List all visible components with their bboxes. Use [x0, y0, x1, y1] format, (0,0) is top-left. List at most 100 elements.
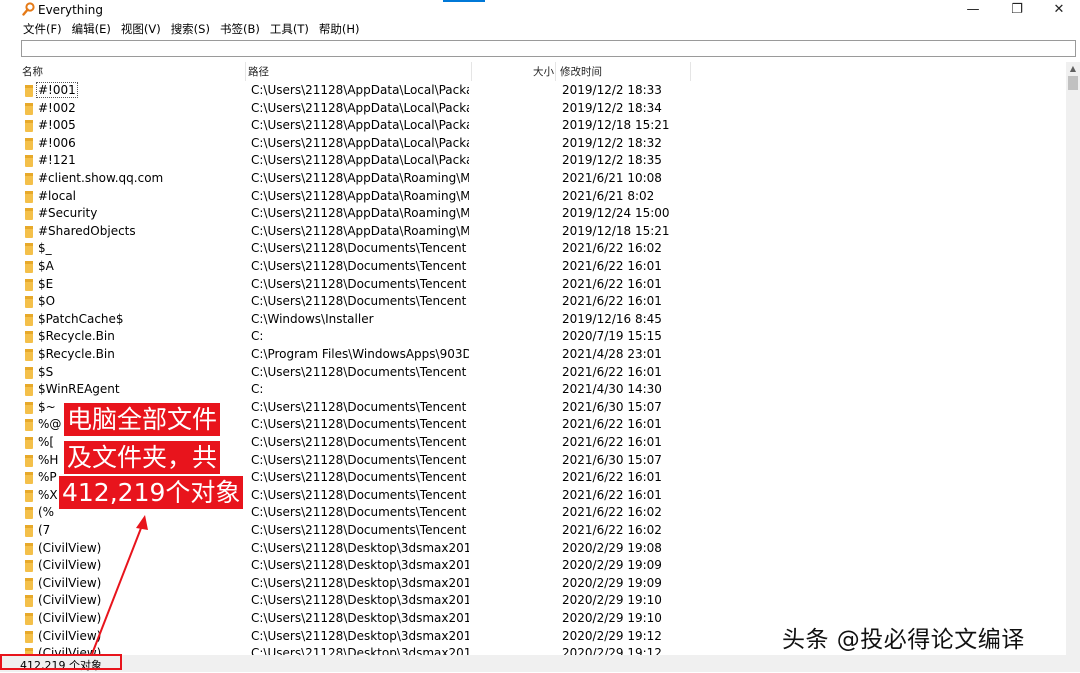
table-row[interactable]: (CivilView) C:\Users\21128\Desktop\3dsmax…: [0, 540, 1066, 558]
row-modified: 2021/6/22 16:01: [562, 435, 662, 449]
table-row[interactable]: (CivilView) C:\Users\21128\Desktop\3dsmax…: [0, 557, 1066, 575]
row-name: #Security: [38, 206, 98, 221]
annotation-line-2: 及文件夹，共: [64, 441, 221, 474]
column-name-header[interactable]: 名称: [22, 64, 43, 79]
table-row[interactable]: #!005 C:\Users\21128\AppData\Local\Packag…: [0, 117, 1066, 135]
table-row[interactable]: #client.show.qq.com C:\Users\21128\AppDat…: [0, 170, 1066, 188]
table-row[interactable]: $WinREAgent C: 2021/4/30 14:30: [0, 381, 1066, 399]
folder-icon: [25, 120, 33, 133]
magnifier-icon: [22, 2, 35, 16]
row-name: $~: [38, 399, 56, 414]
table-row[interactable]: $O C:\Users\21128\Documents\Tencent Files…: [0, 293, 1066, 311]
scroll-up-arrow-icon[interactable]: ▲: [1066, 62, 1080, 76]
row-modified: 2021/4/30 14:30: [562, 382, 662, 397]
row-name: #!001: [36, 82, 78, 98]
row-path: C:\Users\21128\Desktop\3dsmax2019\3d...: [251, 540, 469, 555]
maximize-button[interactable]: ❐: [1002, 2, 1032, 18]
row-name: $_: [38, 241, 52, 256]
close-button[interactable]: ✕: [1044, 2, 1074, 18]
table-row[interactable]: (7 C:\Users\21128\Documents\Tencent Files…: [0, 522, 1066, 540]
folder-icon: [25, 331, 33, 344]
table-row[interactable]: $E C:\Users\21128\Documents\Tencent Files…: [0, 276, 1066, 294]
vertical-scrollbar[interactable]: ▲: [1066, 62, 1080, 655]
menu-tools[interactable]: 工具(T): [265, 20, 314, 38]
table-row[interactable]: $_ C:\Users\21128\Documents\Tencent Files…: [0, 240, 1066, 258]
table-row[interactable]: $S C:\Users\21128\Documents\Tencent Files…: [0, 364, 1066, 382]
title-bar: Everything — ❐ ✕: [0, 0, 1080, 20]
table-row[interactable]: #Security C:\Users\21128\AppData\Roaming\…: [0, 205, 1066, 223]
menu-edit[interactable]: 编辑(E): [67, 20, 116, 38]
table-row[interactable]: $PatchCache$ C:\Windows\Installer 2019/12/…: [0, 311, 1066, 329]
annotation-line-1: 电脑全部文件: [64, 403, 221, 436]
folder-icon: [25, 102, 33, 115]
column-divider[interactable]: [245, 62, 246, 81]
watermark-text: 头条 @投必得论文编译: [782, 627, 1025, 653]
folder-icon: [25, 225, 33, 238]
row-name: (CivilView): [38, 558, 102, 573]
row-modified: 2019/12/2 18:34: [562, 100, 662, 115]
row-path: C:\Users\21128\Documents\Tencent Files..…: [251, 294, 469, 309]
table-row[interactable]: #!001 C:\Users\21128\AppData\Local\Packag…: [0, 82, 1066, 100]
row-modified: 2021/6/22 16:01: [562, 276, 662, 291]
row-modified: 2020/2/29 19:10: [562, 611, 662, 625]
column-divider[interactable]: [471, 62, 472, 81]
row-path: C:\Users\21128\Desktop\3dsmax2019\3d...: [251, 575, 469, 590]
row-name: %X: [38, 487, 58, 502]
row-modified: 2019/12/24 15:00: [562, 206, 670, 221]
scrollbar-thumb[interactable]: [1068, 76, 1078, 90]
folder-icon: [25, 173, 33, 185]
menu-search[interactable]: 搜索(S): [166, 20, 215, 38]
folder-icon: [25, 489, 33, 502]
row-modified: 2021/6/22 16:01: [562, 487, 662, 502]
table-row[interactable]: $Recycle.Bin C:\Program Files\WindowsApps…: [0, 346, 1066, 364]
menu-view[interactable]: 视图(V): [116, 20, 166, 38]
row-modified: 2019/12/18 15:21: [562, 223, 670, 238]
row-path: C:: [251, 329, 264, 344]
row-modified: 2019/12/16 8:45: [562, 311, 662, 326]
table-row[interactable]: $A C:\Users\21128\Documents\Tencent Files…: [0, 258, 1066, 276]
row-path: C:\Users\21128\Desktop\3dsmax2019\3d...: [251, 646, 469, 655]
table-row[interactable]: (CivilView) C:\Users\21128\Desktop\3dsmax…: [0, 575, 1066, 593]
row-name: $WinREAgent: [38, 382, 120, 397]
row-name: $O: [38, 294, 56, 309]
table-row[interactable]: #SharedObjects C:\Users\21128\AppData\Roa…: [0, 223, 1066, 241]
row-modified: 2019/12/18 15:21: [562, 118, 670, 133]
row-path: C:\Users\21128\AppData\Roaming\Macr...: [251, 223, 469, 238]
row-path: C:\Users\21128\Documents\Tencent Files..…: [251, 417, 469, 432]
column-modified-header[interactable]: 修改时间: [560, 64, 602, 79]
folder-icon: [25, 577, 33, 590]
row-name: %[: [38, 435, 55, 449]
table-row[interactable]: #!121 C:\Users\21128\AppData\Local\Packag…: [0, 152, 1066, 170]
folder-icon: [25, 560, 33, 573]
table-row[interactable]: #!002 C:\Users\21128\AppData\Local\Packag…: [0, 100, 1066, 118]
minimize-button[interactable]: —: [958, 2, 988, 18]
row-path: C:\Users\21128\Documents\Tencent Files..…: [251, 470, 469, 485]
folder-icon: [25, 525, 33, 537]
column-divider[interactable]: [690, 62, 691, 81]
row-name: %@: [38, 417, 62, 432]
menu-file[interactable]: 文件(F): [18, 20, 67, 38]
menu-help[interactable]: 帮助(H): [314, 20, 365, 38]
table-row[interactable]: #!006 C:\Users\21128\AppData\Local\Packag…: [0, 135, 1066, 153]
column-path-header[interactable]: 路径: [248, 64, 269, 79]
column-size-header[interactable]: 大小: [533, 64, 554, 79]
row-name: $S: [38, 364, 54, 379]
menu-bookmarks[interactable]: 书签(B): [215, 20, 265, 38]
row-name: $Recycle.Bin: [38, 329, 115, 344]
column-divider[interactable]: [555, 62, 556, 81]
table-row[interactable]: $Recycle.Bin C: 2020/7/19 15:15: [0, 328, 1066, 346]
row-modified: 2021/6/22 16:01: [562, 259, 662, 273]
table-row[interactable]: (CivilView) C:\Users\21128\Desktop\3dsmax…: [0, 592, 1066, 610]
row-path: C:\Users\21128\Documents\Tencent Files..…: [251, 364, 469, 379]
row-modified: 2020/2/29 19:10: [562, 593, 662, 608]
row-path: C:\Users\21128\Documents\Tencent Files..…: [251, 487, 469, 502]
table-row[interactable]: #local C:\Users\21128\AppData\Roaming\Mac…: [0, 188, 1066, 206]
search-input[interactable]: [21, 40, 1076, 57]
row-modified: 2020/7/19 15:15: [562, 329, 662, 344]
row-name: (7: [38, 523, 51, 537]
folder-icon: [25, 384, 33, 397]
folder-icon: [25, 542, 33, 555]
folder-icon: [25, 366, 33, 379]
row-modified: 2021/6/21 8:02: [562, 188, 655, 203]
row-modified: 2020/2/29 19:09: [562, 558, 662, 573]
